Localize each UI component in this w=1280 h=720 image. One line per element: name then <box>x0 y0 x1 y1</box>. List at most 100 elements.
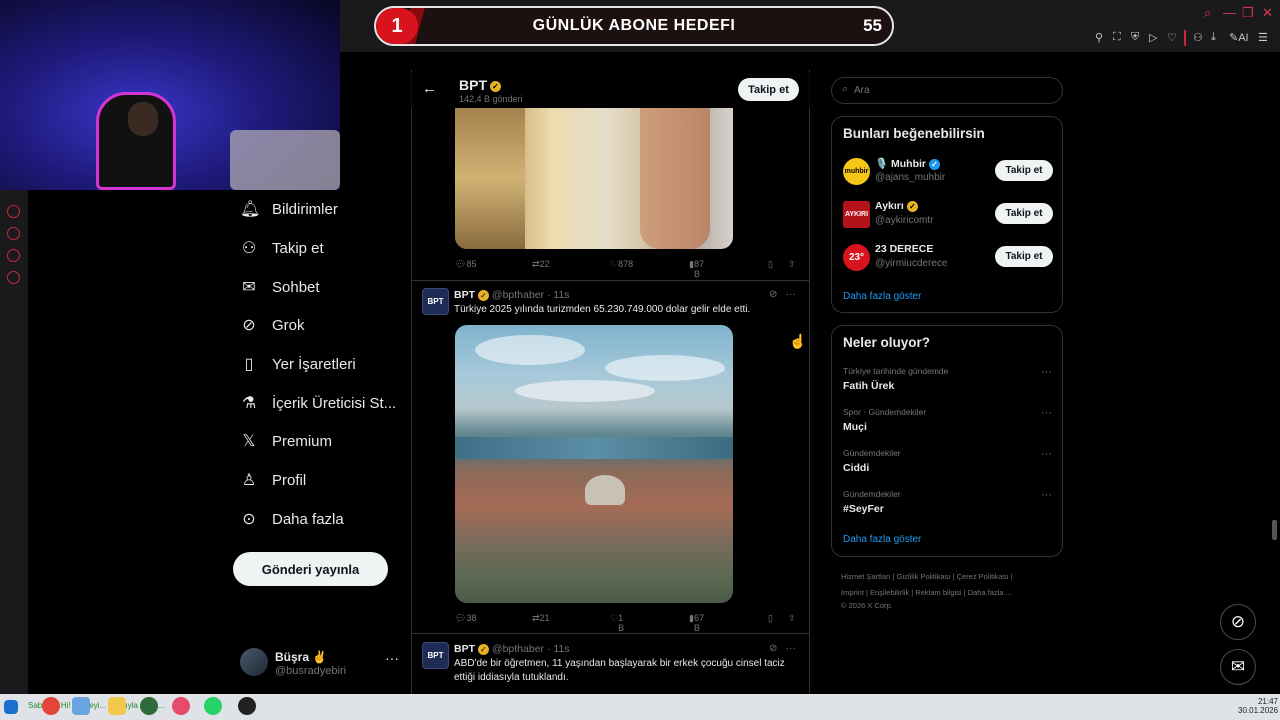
windows-start-icon[interactable] <box>4 700 18 714</box>
nav-more[interactable]: ⊙ Daha fazla <box>240 506 343 532</box>
account-handle: @busradyebiri <box>275 665 347 677</box>
download-icon[interactable]: ⤓ <box>1211 31 1216 44</box>
tweet-image[interactable] <box>455 325 733 603</box>
follow-button[interactable]: Takip et <box>995 160 1053 181</box>
post-button[interactable]: Gönderi yayınla <box>233 552 388 586</box>
mail-icon: ✉ <box>1230 657 1246 676</box>
grok-fab-button[interactable]: ⊘ <box>1220 604 1256 640</box>
grok-icon[interactable]: ⊘ <box>769 643 777 654</box>
account-switcher[interactable]: Büşra ✌️ @busradyebiri ··· <box>240 648 410 680</box>
opera-icon[interactable] <box>172 697 190 715</box>
verified-gold-icon: ✓ <box>478 643 489 655</box>
show-more-link[interactable]: Daha fazla göster <box>843 534 921 545</box>
search-input[interactable]: ⌕ Ara <box>831 77 1063 104</box>
share-icon[interactable]: ⇧ <box>788 259 796 270</box>
nav-grok[interactable]: ⊘ Grok <box>240 312 304 338</box>
suggestion-item[interactable]: 23° 23 DERECE @yirmiucderece Takip et <box>843 243 1053 273</box>
nav-profile[interactable]: ♙ Profil <box>240 467 306 493</box>
more-icon[interactable]: ··· <box>1041 407 1052 419</box>
rail-add-icon[interactable] <box>7 205 20 218</box>
nav-chat[interactable]: ✉ Sohbet <box>240 274 319 300</box>
minimize-icon[interactable]: — <box>1223 5 1236 20</box>
repost-button[interactable]: ⇄ 22 <box>532 259 550 270</box>
account-icon[interactable]: ⚇ <box>1193 31 1203 44</box>
folder-icon[interactable] <box>108 697 126 715</box>
tweet-meta: BPT ✓ @bpthaber · 11s <box>454 289 570 301</box>
like-button[interactable]: ♡ 1 B <box>610 613 624 633</box>
suggestion-item[interactable]: muhbir 🎙️ Muhbir ✓ @ajans_muhbir Takip et <box>843 157 1053 187</box>
webcam-overlay <box>0 0 340 190</box>
restore-icon[interactable]: ❐ <box>1242 5 1254 21</box>
avatar[interactable]: BPT <box>422 642 449 669</box>
trend-item[interactable]: Spor · Gündemdekiler Muçi ··· <box>843 407 1053 433</box>
like-button[interactable]: ♡ 878 <box>610 259 633 270</box>
nav-label: Profil <box>272 471 307 489</box>
show-more-link[interactable]: Daha fazla göster <box>843 291 921 302</box>
footer-links[interactable]: Imprint | Erişilebilirlik | Reklam bilgi… <box>841 588 1012 597</box>
reply-button[interactable]: 💬︎ 85 <box>455 259 476 270</box>
pin-icon[interactable]: ⚲ <box>1095 31 1103 44</box>
trend-item[interactable]: Gündemdekiler Ciddi ··· <box>843 448 1053 474</box>
suggestion-item[interactable]: AYKIRI Aykırı ✓ @aykiricomtr Takip et <box>843 200 1053 230</box>
more-circle-icon: ⊙ <box>242 511 256 528</box>
verified-gold-icon: ✓ <box>490 80 501 92</box>
rail-settings-icon[interactable] <box>7 271 20 284</box>
rail-chat-icon[interactable] <box>7 249 20 262</box>
nav-follow[interactable]: ⚇ Takip et <box>240 235 324 261</box>
nav-label: Yer İşaretleri <box>272 355 356 373</box>
whatsapp-icon[interactable] <box>204 697 222 715</box>
nav-notifications[interactable]: 🔔︎ Bildirimler <box>240 196 338 222</box>
views-button[interactable]: ▮ 67 B <box>689 613 704 633</box>
repost-button[interactable]: ⇄ 21 <box>532 613 550 624</box>
chrome-icon[interactable] <box>42 697 60 715</box>
nav-bookmarks[interactable]: ▯ Yer İşaretleri <box>240 351 356 377</box>
more-icon[interactable]: ··· <box>1041 448 1052 460</box>
tweet-handle[interactable]: @bpthaber <box>492 289 544 301</box>
grok-icon[interactable]: ⊘ <box>769 289 777 300</box>
back-arrow-icon[interactable]: ← <box>422 80 437 97</box>
trend-item[interactable]: Türkiye tarihinde gündemde Fatih Ürek ··… <box>843 366 1053 392</box>
views-button[interactable]: ▮ 87 B <box>689 259 704 279</box>
obs-icon[interactable] <box>238 697 256 715</box>
follow-button[interactable]: Takip et <box>995 203 1053 224</box>
app-icon[interactable] <box>140 697 158 715</box>
play-icon[interactable]: ▷ <box>1149 31 1157 44</box>
trend-item[interactable]: Gündemdekiler #SeyFer ··· <box>843 489 1053 515</box>
reply-button[interactable]: 💬︎ 38 <box>455 613 476 624</box>
screenshot-icon[interactable]: ⛶ <box>1113 31 1121 44</box>
bookmark-icon[interactable]: ▯ <box>768 613 773 624</box>
more-icon[interactable]: ··· <box>786 643 796 654</box>
mail-icon: ✉ <box>242 279 256 296</box>
tweet-image[interactable] <box>455 108 733 249</box>
tweet-handle[interactable]: @bpthaber <box>492 643 544 655</box>
close-icon[interactable]: ✕ <box>1262 5 1273 21</box>
nav-creator-studio[interactable]: ⚗ İçerik Üreticisi St... <box>240 390 396 416</box>
follow-button[interactable]: Takip et <box>738 78 799 101</box>
bookmark-icon[interactable]: ▯ <box>768 259 773 270</box>
search-icon[interactable]: ⌕ <box>1204 5 1211 21</box>
hand-cursor-icon: ☝ <box>789 333 807 349</box>
ai-icon[interactable]: ✎AI <box>1229 31 1249 44</box>
footer-links[interactable]: Hizmet Şartları | Gizlilik Politikası | … <box>841 572 1013 581</box>
messages-fab-button[interactable]: ✉ <box>1220 649 1256 685</box>
follow-button[interactable]: Takip et <box>995 246 1053 267</box>
more-icon[interactable]: ··· <box>1041 366 1052 378</box>
scrollbar[interactable] <box>1272 520 1277 540</box>
more-icon[interactable]: ··· <box>1041 489 1052 501</box>
more-icon[interactable]: ··· <box>786 289 796 300</box>
tweet-author[interactable]: BPT <box>454 643 475 655</box>
avatar: 23° <box>843 244 870 271</box>
nav-premium[interactable]: 𝕏 Premium <box>240 428 332 454</box>
shield-icon[interactable]: ⛨ <box>1131 31 1139 44</box>
share-icon[interactable]: ⇧ <box>788 613 796 624</box>
menu-icon[interactable]: ☰ <box>1258 31 1268 44</box>
avatar[interactable]: BPT <box>422 288 449 315</box>
tweet-author[interactable]: BPT <box>454 289 475 301</box>
grok-icon: ⊘ <box>1230 612 1246 631</box>
app-icon[interactable] <box>72 697 90 715</box>
more-icon[interactable]: ··· <box>385 650 399 666</box>
rail-history-icon[interactable] <box>7 227 20 240</box>
tweet-text: ABD'de bir öğretmen, 11 yaşından başlaya… <box>454 658 785 683</box>
heart-icon[interactable]: ♡ <box>1167 31 1177 44</box>
clock[interactable]: 21:47 30.01.2026 <box>1238 697 1278 715</box>
